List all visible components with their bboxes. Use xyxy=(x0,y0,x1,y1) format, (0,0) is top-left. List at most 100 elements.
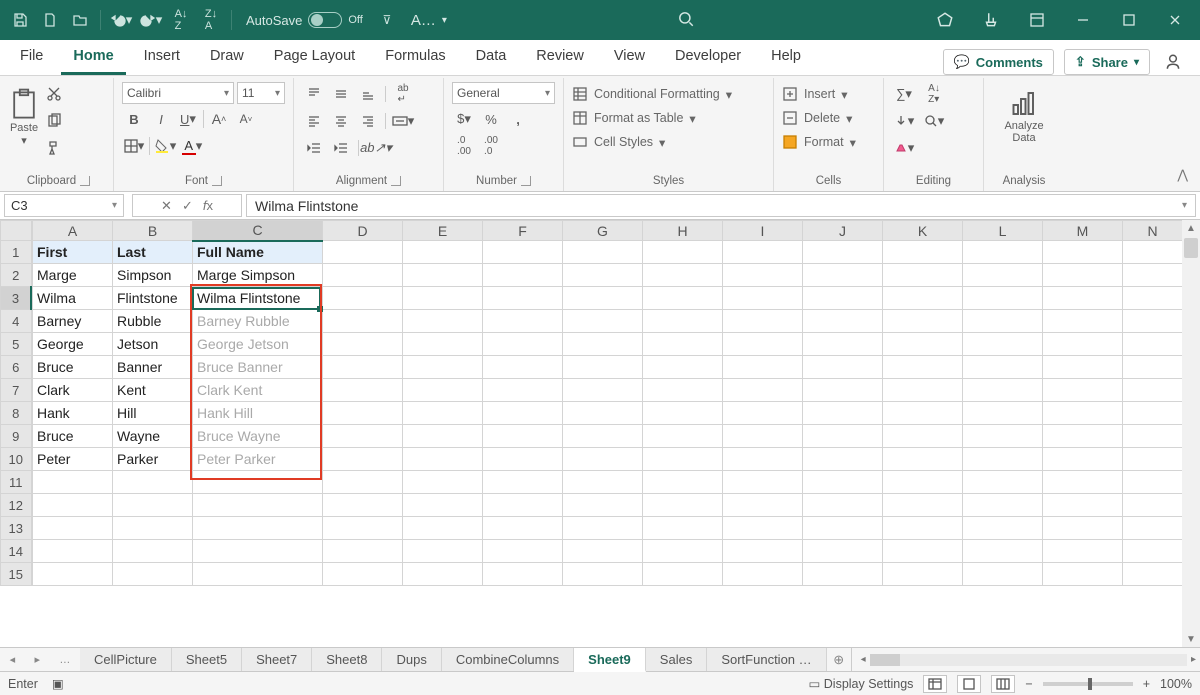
cell[interactable] xyxy=(403,517,483,540)
row-header[interactable]: 3 xyxy=(1,287,32,310)
cell[interactable] xyxy=(803,563,883,586)
autosave-toggle[interactable]: AutoSave Off xyxy=(246,12,363,28)
align-middle-icon[interactable] xyxy=(329,82,353,106)
cell[interactable] xyxy=(1043,379,1123,402)
cell[interactable] xyxy=(403,287,483,310)
row-header[interactable]: 2 xyxy=(1,264,32,287)
cell[interactable]: Full Name xyxy=(193,241,323,264)
cell[interactable] xyxy=(403,310,483,333)
tab-developer[interactable]: Developer xyxy=(663,40,753,75)
cell[interactable] xyxy=(1123,425,1183,448)
row-header[interactable]: 12 xyxy=(1,494,32,517)
cell[interactable] xyxy=(33,471,113,494)
cell[interactable] xyxy=(883,264,963,287)
cell[interactable] xyxy=(113,494,193,517)
enter-formula-icon[interactable]: ✓ xyxy=(182,198,193,214)
horizontal-scrollbar[interactable]: ◂ ▸ xyxy=(857,648,1200,671)
share-button[interactable]: ⇪ Share ▾ xyxy=(1064,49,1150,75)
cell[interactable]: Barney Rubble xyxy=(193,310,323,333)
font-size-dropdown[interactable]: 11▾ xyxy=(237,82,285,104)
cell[interactable]: Marge xyxy=(33,264,113,287)
search-icon[interactable] xyxy=(677,10,695,31)
comments-button[interactable]: 💬 Comments xyxy=(943,49,1054,75)
normal-view-icon[interactable] xyxy=(923,675,947,693)
h-scrollbar-thumb[interactable] xyxy=(870,654,900,666)
cell[interactable] xyxy=(403,402,483,425)
name-box[interactable]: C3▾ xyxy=(4,194,124,217)
cell[interactable] xyxy=(883,379,963,402)
cell-styles-button[interactable]: Cell Styles▾ xyxy=(572,134,665,150)
format-as-table-button[interactable]: Format as Table▾ xyxy=(572,110,696,126)
cell[interactable] xyxy=(563,494,643,517)
cell[interactable] xyxy=(963,402,1043,425)
cell[interactable] xyxy=(883,471,963,494)
cell[interactable] xyxy=(1043,494,1123,517)
cell[interactable] xyxy=(1043,264,1123,287)
cell[interactable] xyxy=(563,333,643,356)
cell[interactable] xyxy=(1123,402,1183,425)
cell[interactable]: Bruce xyxy=(33,425,113,448)
tab-insert[interactable]: Insert xyxy=(132,40,192,75)
cell[interactable] xyxy=(483,494,563,517)
cell[interactable] xyxy=(963,471,1043,494)
cell[interactable]: Clark Kent xyxy=(193,379,323,402)
cell[interactable] xyxy=(1123,310,1183,333)
font-color-icon[interactable]: A▾ xyxy=(180,134,204,158)
format-painter-icon[interactable] xyxy=(42,136,66,160)
cell[interactable] xyxy=(1123,448,1183,471)
fill-icon[interactable]: ▾ xyxy=(892,109,916,133)
cell[interactable] xyxy=(563,287,643,310)
number-format-dropdown[interactable]: General▾ xyxy=(452,82,555,104)
fx-icon[interactable]: fx xyxy=(203,198,213,213)
cell[interactable]: Wayne xyxy=(113,425,193,448)
cell[interactable]: Bruce Wayne xyxy=(193,425,323,448)
cell[interactable] xyxy=(323,517,403,540)
cell[interactable] xyxy=(483,540,563,563)
cell[interactable] xyxy=(723,287,803,310)
cell[interactable] xyxy=(33,563,113,586)
cell[interactable] xyxy=(193,471,323,494)
cell[interactable] xyxy=(1123,356,1183,379)
sheet-tab[interactable]: Dups xyxy=(382,648,441,671)
font-name-dropdown[interactable]: Calibri▾ xyxy=(122,82,234,104)
cell[interactable] xyxy=(1123,517,1183,540)
cell[interactable] xyxy=(1123,287,1183,310)
formula-bar[interactable]: Wilma Flintstone▾ xyxy=(246,194,1196,217)
orientation-icon[interactable]: ab↗▾ xyxy=(364,136,388,160)
cell[interactable] xyxy=(1043,448,1123,471)
row-header[interactable]: 7 xyxy=(1,379,32,402)
cell[interactable] xyxy=(403,471,483,494)
cell[interactable] xyxy=(723,540,803,563)
row-header[interactable]: 1 xyxy=(1,241,32,264)
cell[interactable] xyxy=(323,356,403,379)
cell[interactable] xyxy=(323,402,403,425)
row-header[interactable]: 11 xyxy=(1,471,32,494)
cell[interactable] xyxy=(883,241,963,264)
tab-view[interactable]: View xyxy=(602,40,657,75)
scroll-up-icon[interactable]: ▲ xyxy=(1182,220,1200,236)
collapse-ribbon-icon[interactable]: ⋀ xyxy=(1177,167,1188,183)
open-icon[interactable] xyxy=(66,6,94,34)
tab-data[interactable]: Data xyxy=(464,40,519,75)
scroll-left-icon[interactable]: ◂ xyxy=(861,654,866,665)
cell[interactable] xyxy=(323,379,403,402)
cell[interactable] xyxy=(963,264,1043,287)
cell[interactable] xyxy=(883,425,963,448)
cell[interactable] xyxy=(1123,471,1183,494)
cell[interactable]: Hank xyxy=(33,402,113,425)
tab-page-layout[interactable]: Page Layout xyxy=(262,40,367,75)
cell[interactable] xyxy=(883,494,963,517)
cell[interactable] xyxy=(963,287,1043,310)
row-header[interactable]: 5 xyxy=(1,333,32,356)
tab-formulas[interactable]: Formulas xyxy=(373,40,457,75)
dialog-launcher-icon[interactable] xyxy=(521,176,531,186)
cell[interactable] xyxy=(643,425,723,448)
cell[interactable] xyxy=(403,333,483,356)
cell[interactable] xyxy=(1043,425,1123,448)
cell[interactable] xyxy=(193,494,323,517)
cell[interactable] xyxy=(963,563,1043,586)
cell[interactable] xyxy=(1043,563,1123,586)
cell[interactable] xyxy=(323,494,403,517)
cell[interactable] xyxy=(1043,310,1123,333)
copy-icon[interactable] xyxy=(42,109,66,133)
